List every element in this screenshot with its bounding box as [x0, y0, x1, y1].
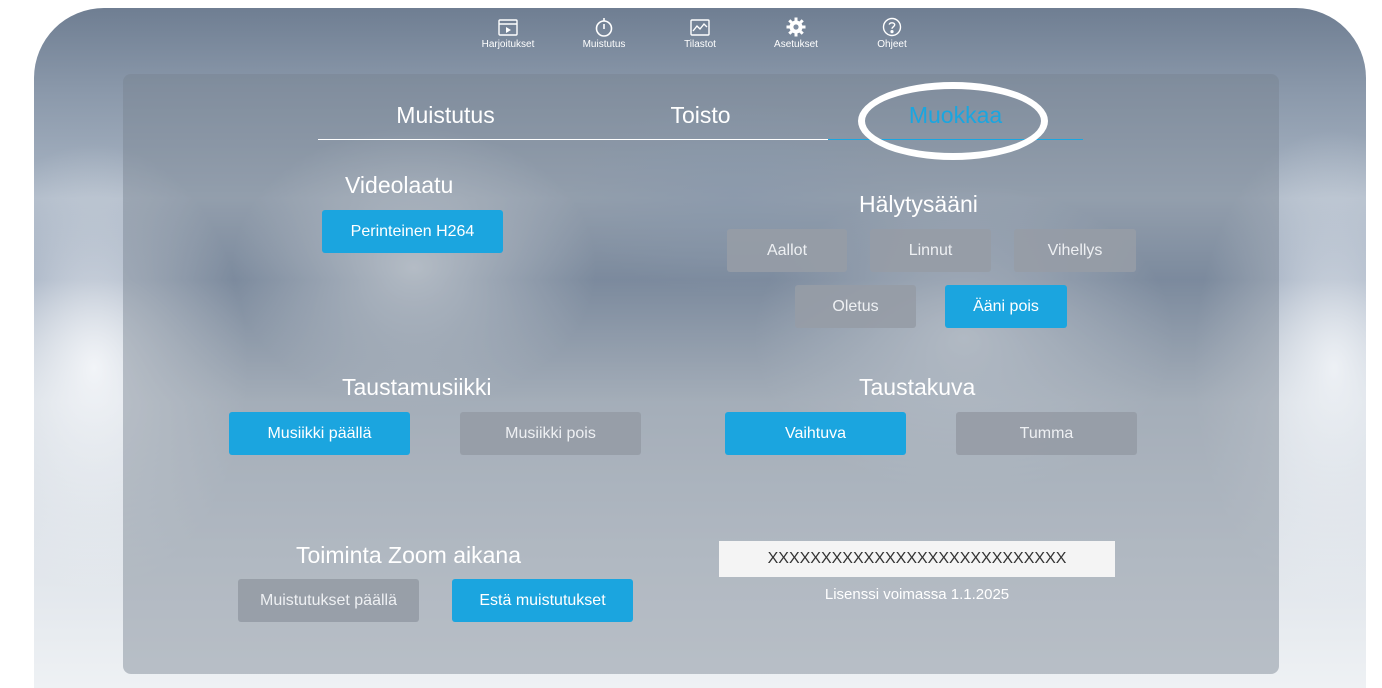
alarm-option-aani-pois[interactable]: Ääni pois — [945, 285, 1067, 328]
tab-muistutus[interactable]: Muistutus — [318, 100, 573, 140]
alarm-sound-heading: Hälytysääni — [859, 191, 978, 217]
zoom-block-reminders-button[interactable]: Estä muistutukset — [452, 579, 633, 622]
music-off-button[interactable]: Musiikki pois — [460, 412, 641, 455]
nav-label: Harjoitukset — [481, 39, 535, 50]
nav-item-harjoitukset[interactable]: Harjoitukset — [460, 8, 556, 50]
license-valid-text: Lisenssi voimassa 1.1.2025 — [824, 586, 1010, 603]
nav-label: Tilastot — [684, 39, 716, 50]
background-music-heading: Taustamusiikki — [342, 374, 492, 400]
video-quality-button[interactable]: Perinteinen H264 — [322, 210, 503, 253]
video-quality-heading: Videolaatu — [345, 172, 454, 198]
gear-icon — [786, 17, 806, 37]
background-changing-button[interactable]: Vaihtuva — [725, 412, 906, 455]
nav-item-tilastot[interactable]: Tilastot — [652, 8, 748, 50]
exercise-video-icon — [498, 19, 518, 36]
alarm-option-vihellys[interactable]: Vihellys — [1014, 229, 1136, 272]
stats-chart-icon — [690, 19, 710, 36]
background-image-heading: Taustakuva — [859, 374, 976, 400]
zoom-reminders-on-button[interactable]: Muistutukset päällä — [238, 579, 419, 622]
alarm-option-linnut[interactable]: Linnut — [870, 229, 991, 272]
tab-highlight-oval — [858, 82, 1048, 160]
nav-item-asetukset[interactable]: Asetukset — [748, 8, 844, 50]
help-icon — [882, 17, 902, 37]
alarm-option-aallot[interactable]: Aallot — [727, 229, 847, 272]
nav-item-muistutus[interactable]: Muistutus — [556, 8, 652, 50]
timer-icon — [595, 18, 613, 37]
tab-toisto[interactable]: Toisto — [573, 100, 828, 140]
zoom-behavior-heading: Toiminta Zoom aikana — [296, 542, 521, 568]
background-dark-button[interactable]: Tumma — [956, 412, 1137, 455]
top-navigation: Harjoitukset Muistutus Tilastot Asetukse… — [34, 8, 1366, 60]
music-on-button[interactable]: Musiikki päällä — [229, 412, 410, 455]
nav-label: Asetukset — [774, 39, 818, 50]
nav-label: Muistutus — [582, 39, 626, 50]
nav-label: Ohjeet — [877, 39, 907, 50]
nav-item-ohjeet[interactable]: Ohjeet — [844, 8, 940, 50]
license-key-field[interactable]: XXXXXXXXXXXXXXXXXXXXXXXXXXXX — [719, 541, 1115, 577]
alarm-option-oletus[interactable]: Oletus — [795, 285, 916, 328]
